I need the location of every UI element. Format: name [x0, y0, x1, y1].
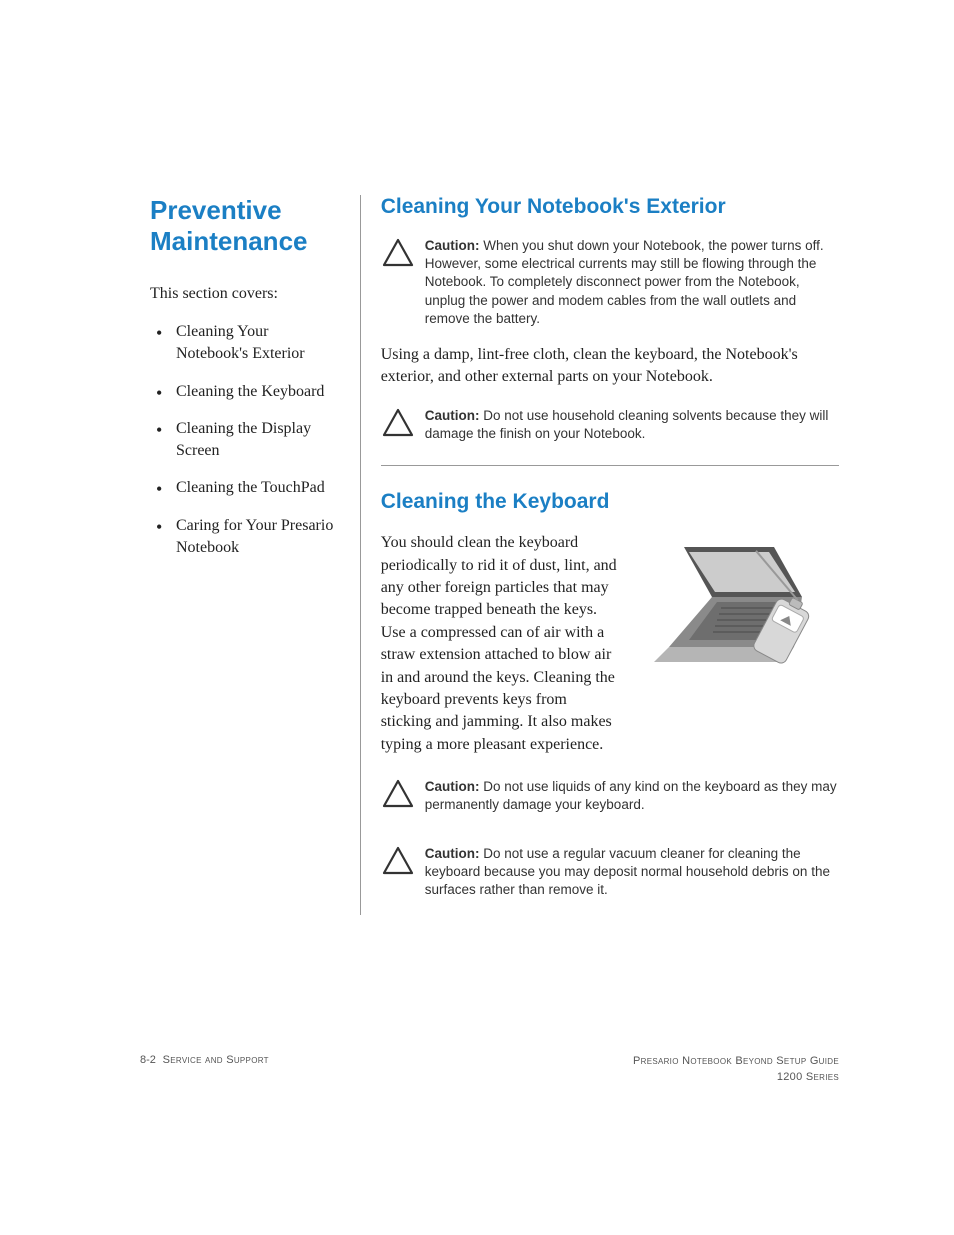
- section-title-exterior: Cleaning Your Notebook's Exterior: [381, 195, 839, 219]
- page-footer: 8-2 Service and Support Presario Noteboo…: [140, 1054, 839, 1085]
- caution-box: Caution: Do not use a regular vacuum cle…: [381, 845, 839, 900]
- keyboard-row: You should clean the keyboard periodical…: [381, 532, 839, 756]
- caution-text: Caution: When you shut down your Noteboo…: [425, 237, 839, 328]
- caution-triangle-icon: [381, 237, 415, 269]
- footer-left-label: Service and Support: [163, 1054, 269, 1066]
- sidebar: Preventive Maintenance This section cove…: [150, 195, 360, 915]
- section-title-keyboard: Cleaning the Keyboard: [381, 490, 839, 514]
- page-content: Preventive Maintenance This section cove…: [0, 0, 954, 915]
- caution-box: Caution: When you shut down your Noteboo…: [381, 237, 839, 328]
- footer-series: 1200 Series: [633, 1070, 839, 1085]
- footer-guide-title: Presario Notebook Beyond Setup Guide: [633, 1054, 839, 1069]
- list-item: Cleaning the TouchPad: [150, 477, 340, 499]
- list-item: Cleaning the Display Screen: [150, 418, 340, 461]
- footer-left: 8-2 Service and Support: [140, 1054, 269, 1066]
- main-column: Cleaning Your Notebook's Exterior Cautio…: [360, 195, 839, 915]
- caution-triangle-icon: [381, 407, 415, 439]
- list-item: Cleaning the Keyboard: [150, 381, 340, 403]
- sidebar-list: Cleaning Your Notebook's Exterior Cleani…: [150, 321, 340, 558]
- body-paragraph: Using a damp, lint-free cloth, clean the…: [381, 344, 839, 389]
- caution-triangle-icon: [381, 778, 415, 810]
- chapter-title: Preventive Maintenance: [150, 195, 340, 257]
- list-item: Cleaning Your Notebook's Exterior: [150, 321, 340, 364]
- sidebar-intro: This section covers:: [150, 285, 340, 303]
- footer-right: Presario Notebook Beyond Setup Guide 120…: [633, 1054, 839, 1085]
- caution-text: Caution: Do not use liquids of any kind …: [425, 778, 839, 814]
- body-paragraph: You should clean the keyboard periodical…: [381, 532, 621, 756]
- caution-text: Caution: Do not use a regular vacuum cle…: [425, 845, 839, 900]
- list-item: Caring for Your Presario Notebook: [150, 515, 340, 558]
- caution-box: Caution: Do not use household cleaning s…: [381, 407, 839, 443]
- caution-triangle-icon: [381, 845, 415, 877]
- page-number: 8-2: [140, 1054, 156, 1066]
- section-divider: [381, 465, 839, 466]
- caution-box: Caution: Do not use liquids of any kind …: [381, 778, 839, 814]
- laptop-air-can-illustration: [639, 532, 839, 712]
- caution-text: Caution: Do not use household cleaning s…: [425, 407, 839, 443]
